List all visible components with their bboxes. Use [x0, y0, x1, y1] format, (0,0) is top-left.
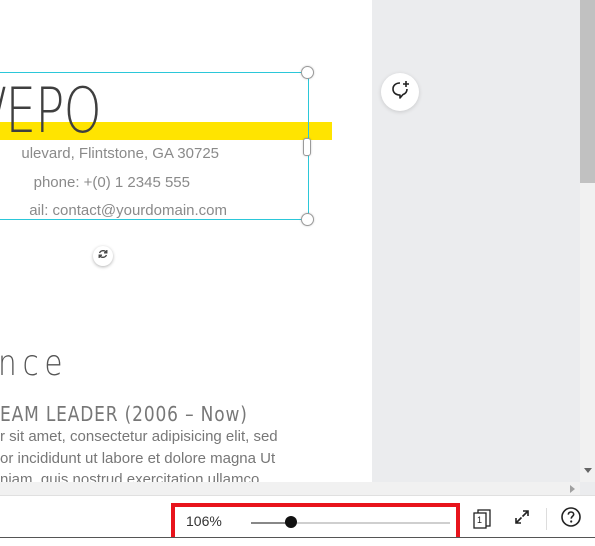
- vertical-scrollbar[interactable]: [580, 0, 595, 482]
- body-text-line[interactable]: or incididunt ut labore et dolore magna …: [0, 450, 275, 467]
- help-button[interactable]: [559, 506, 583, 533]
- zoom-control[interactable]: 106%: [171, 503, 460, 541]
- rotate-handle[interactable]: [93, 246, 113, 266]
- editor-canvas[interactable]: /EPO ulevard, Flintstone, GA 30725 phone…: [0, 0, 580, 482]
- fullscreen-icon: [512, 507, 532, 532]
- address-text[interactable]: ulevard, Flintstone, GA 30725: [0, 145, 219, 162]
- vertical-scrollbar-thumb[interactable]: [580, 0, 595, 183]
- page-view-button[interactable]: 1: [470, 507, 494, 531]
- resize-handle-right[interactable]: [303, 138, 311, 156]
- email-text[interactable]: ail: contact@yourdomain.com: [0, 202, 227, 219]
- zoom-value[interactable]: 106%: [186, 513, 222, 529]
- scroll-right-arrow[interactable]: [565, 482, 580, 495]
- add-comment-icon: [389, 79, 411, 106]
- help-icon: [560, 506, 582, 533]
- design-page[interactable]: /EPO ulevard, Flintstone, GA 30725 phone…: [0, 0, 372, 482]
- pages-icon: 1: [471, 508, 493, 530]
- phone-text[interactable]: phone: +(0) 1 2345 555: [0, 174, 190, 191]
- resize-handle-bottom-right[interactable]: [301, 213, 314, 226]
- add-comment-button[interactable]: [381, 73, 419, 111]
- pages-count: 1: [477, 515, 483, 525]
- resume-name-heading[interactable]: /EPO: [0, 80, 102, 142]
- body-text-line[interactable]: niam, quis nostrud exercitation ullamco: [0, 471, 259, 482]
- scroll-down-arrow[interactable]: [580, 462, 595, 480]
- horizontal-scrollbar[interactable]: [0, 482, 580, 495]
- rotate-icon: [97, 247, 109, 265]
- zoom-slider-track[interactable]: [251, 522, 450, 524]
- body-text-line[interactable]: r sit amet, consectetur adipisicing elit…: [0, 428, 278, 445]
- fullscreen-button[interactable]: [510, 507, 534, 531]
- job-title[interactable]: EAM LEADER (2006 – Now): [0, 402, 248, 426]
- experience-heading[interactable]: nce: [0, 343, 68, 384]
- resize-handle-top-right[interactable]: [301, 66, 314, 79]
- zoom-slider-thumb[interactable]: [284, 516, 297, 528]
- toolbar-divider: [546, 508, 547, 530]
